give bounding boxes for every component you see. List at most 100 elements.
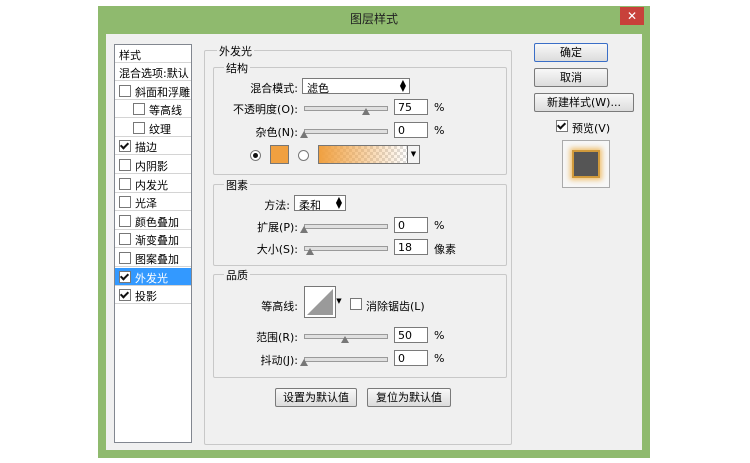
style-list-item-checkbox[interactable] (119, 159, 131, 171)
technique-select[interactable]: 柔和 ▲ ▼ (294, 195, 346, 212)
style-list-header-label: 样式 (119, 49, 141, 62)
size-slider[interactable] (304, 246, 388, 251)
style-list-item-checkbox[interactable] (119, 196, 131, 209)
style-list-item-label: 颜色叠加 (135, 215, 179, 229)
style-list-item-label: 混合选项:默认 (119, 67, 189, 80)
size-unit: 像素 (434, 243, 456, 256)
opacity-slider[interactable] (304, 106, 388, 111)
new-style-button[interactable]: 新建样式(W)... (534, 93, 634, 112)
blend-mode-select[interactable]: 滤色 ▲ ▼ (302, 78, 410, 95)
contour-preview[interactable] (304, 286, 336, 318)
noise-slider-thumb[interactable] (300, 131, 308, 138)
style-list-item[interactable]: 等高线 (115, 100, 191, 119)
jitter-slider-thumb[interactable] (300, 359, 308, 366)
style-list: 样式 混合选项:默认斜面和浮雕等高线纹理描边内阴影内发光光泽颜色叠加渐变叠加图案… (114, 44, 192, 443)
style-list-item[interactable]: 外发光 (115, 267, 191, 286)
outer-glow-title: 外发光 (217, 43, 254, 59)
style-list-item-label: 内阴影 (135, 160, 168, 173)
preview-checkbox[interactable] (556, 120, 568, 132)
antialias-checkbox[interactable] (350, 298, 362, 310)
style-list-item-label: 斜面和浮雕 (135, 85, 190, 99)
style-list-item-checkbox[interactable] (119, 140, 131, 153)
range-unit: % (434, 329, 445, 342)
contour-dropdown-arrow-icon[interactable]: ▼ (335, 286, 343, 316)
style-list-item-checkbox[interactable] (119, 177, 131, 190)
range-slider-thumb[interactable] (341, 336, 349, 343)
noise-slider[interactable] (304, 129, 388, 134)
preview-swatch (572, 150, 600, 178)
opacity-unit: % (434, 101, 445, 114)
elements-group: 图素 方法: 柔和 ▲ ▼ 扩展(P): 0 % 大小(S): 18 像素 (213, 177, 507, 266)
range-input[interactable]: 50 (394, 327, 428, 343)
opacity-slider-thumb[interactable] (361, 108, 370, 115)
style-preview-thumbnail (562, 140, 610, 188)
style-list-item-checkbox[interactable] (119, 289, 131, 302)
style-list-item-checkbox[interactable] (119, 233, 131, 246)
style-list-item-label: 图案叠加 (135, 253, 179, 266)
jitter-label: 抖动(J): (260, 354, 298, 367)
style-list-item-label: 光泽 (135, 197, 157, 211)
glow-gradient-swatch[interactable] (318, 145, 408, 164)
style-list-item-checkbox[interactable] (119, 270, 131, 283)
style-list-item-label: 等高线 (149, 104, 182, 118)
style-list-item[interactable]: 纹理 (115, 119, 191, 137)
style-list-item-checkbox[interactable] (133, 121, 145, 134)
noise-input[interactable]: 0 (394, 122, 428, 138)
close-button[interactable]: ✕ (620, 7, 644, 25)
blend-mode-value: 滤色 (307, 82, 329, 95)
quality-group: 品质 等高线: ▼ 消除锯齿(L) 范围(R): 50 % 抖动(J): 0 % (213, 267, 507, 378)
technique-value: 柔和 (299, 199, 321, 212)
spread-label: 扩展(P): (257, 221, 298, 234)
contour-linear-icon (307, 289, 333, 315)
style-list-item-checkbox[interactable] (119, 252, 131, 264)
gradient-dropdown-arrow-icon[interactable]: ▼ (407, 145, 420, 164)
size-input[interactable]: 18 (394, 239, 428, 255)
contour-label: 等高线: (261, 300, 298, 313)
cancel-button[interactable]: 取消 (534, 68, 608, 87)
glow-color-swatch[interactable] (270, 145, 289, 164)
blend-mode-label: 混合模式: (250, 82, 298, 95)
spread-input[interactable]: 0 (394, 217, 428, 233)
style-list-item[interactable]: 渐变叠加 (115, 230, 191, 249)
spread-slider[interactable] (304, 224, 388, 229)
make-default-button[interactable]: 设置为默认值 (275, 388, 357, 407)
style-list-item-label: 纹理 (149, 122, 171, 136)
technique-label: 方法: (264, 199, 290, 212)
gradient-radio[interactable] (298, 150, 309, 161)
ok-button[interactable]: 确定 (534, 43, 608, 62)
spread-slider-thumb[interactable] (300, 226, 308, 233)
style-list-item-checkbox[interactable] (133, 103, 145, 116)
style-list-item[interactable]: 内阴影 (115, 156, 191, 174)
dialog-client: 样式 混合选项:默认斜面和浮雕等高线纹理描边内阴影内发光光泽颜色叠加渐变叠加图案… (106, 34, 642, 450)
style-list-item-label: 内发光 (135, 178, 168, 192)
style-list-item-checkbox[interactable] (119, 214, 131, 227)
style-list-item[interactable]: 描边 (115, 137, 191, 156)
quality-title: 品质 (224, 267, 250, 283)
style-list-item[interactable]: 混合选项:默认 (115, 63, 191, 81)
elements-title: 图素 (224, 177, 250, 193)
size-slider-thumb[interactable] (305, 248, 314, 255)
outer-glow-group: 外发光 结构 混合模式: 滤色 ▲ ▼ 不透明度(O): 75 % 杂色(N): … (204, 43, 512, 445)
style-list-item[interactable]: 斜面和浮雕 (115, 82, 191, 100)
style-list-item[interactable]: 图案叠加 (115, 249, 191, 267)
opacity-label: 不透明度(O): (233, 103, 298, 116)
solid-color-radio[interactable] (250, 150, 261, 161)
jitter-input[interactable]: 0 (394, 350, 428, 366)
jitter-slider[interactable] (304, 357, 388, 362)
reset-default-button[interactable]: 复位为默认值 (367, 388, 451, 407)
style-list-item[interactable]: 颜色叠加 (115, 212, 191, 230)
style-list-header[interactable]: 样式 (115, 45, 191, 63)
style-list-item[interactable]: 光泽 (115, 193, 191, 212)
style-list-item-label: 投影 (135, 290, 157, 304)
antialias-label: 消除锯齿(L) (366, 300, 425, 313)
style-list-item[interactable]: 投影 (115, 286, 191, 305)
style-list-item-label: 描边 (135, 141, 157, 155)
style-list-item[interactable]: 内发光 (115, 175, 191, 193)
structure-group: 结构 混合模式: 滤色 ▲▼ 不透明度(O): 75 % 杂色(N): 0 % (213, 60, 507, 175)
style-list-item-label: 渐变叠加 (135, 234, 179, 248)
structure-title: 结构 (224, 60, 250, 76)
opacity-input[interactable]: 75 (394, 99, 428, 115)
size-label: 大小(S): (256, 243, 298, 256)
style-list-item-checkbox[interactable] (119, 84, 131, 97)
title-bar[interactable]: 图层样式 ✕ (98, 6, 650, 34)
